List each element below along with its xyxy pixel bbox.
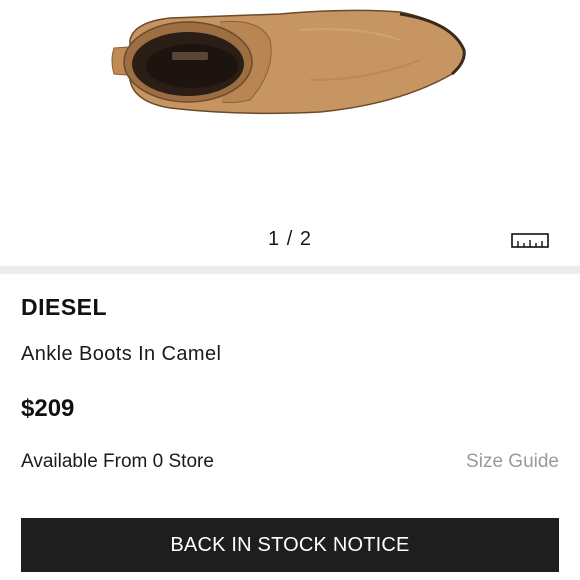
store-availability-link[interactable]: Available From 0 Store [21, 451, 214, 473]
size-guide-link[interactable]: Size Guide [466, 451, 559, 473]
section-divider [0, 266, 580, 274]
size-chart-button[interactable] [510, 230, 552, 250]
ruler-icon [511, 233, 549, 248]
product-page: 1 / 2 DIESEL Ankle Boots In Camel $209 A… [0, 0, 580, 580]
product-gallery[interactable]: 1 / 2 [0, 0, 580, 266]
image-pager: 1 / 2 [268, 228, 312, 250]
back-in-stock-button[interactable]: BACK IN STOCK NOTICE [21, 518, 559, 572]
product-price: $209 [21, 395, 75, 422]
product-name: Ankle Boots In Camel [21, 343, 222, 365]
product-image[interactable] [100, 0, 480, 120]
brand-name[interactable]: DIESEL [21, 294, 107, 321]
